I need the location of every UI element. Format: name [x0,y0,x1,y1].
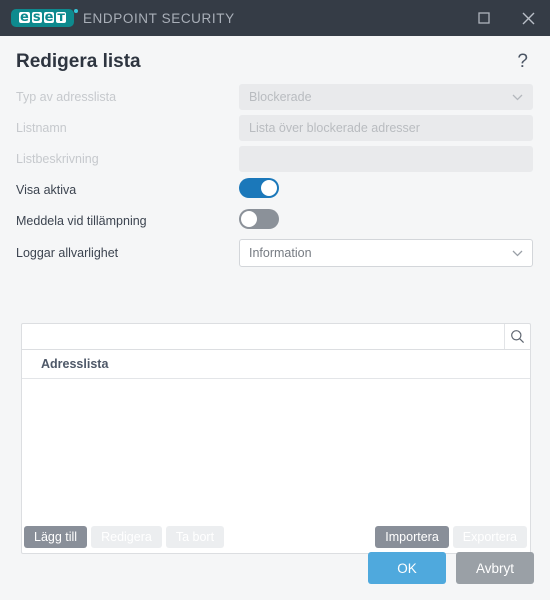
toolbar-right-group: Importera Exportera [375,526,527,548]
control-log-severity: Information [239,239,534,267]
form-row-list-type: Typ av adresslista Blockerade [16,82,534,112]
label-log-severity: Loggar allvarlighet [16,246,119,260]
eset-logo-badge: eseт [11,9,74,27]
control-list-description [239,146,534,172]
form-row-list-name: Listnamn Lista över blockerade adresser [16,113,534,143]
settings-form: Typ av adresslista Blockerade Listnamn L… [0,74,550,269]
toggle-knob [261,179,277,196]
control-show-active [239,177,534,203]
edit-list-dialog: Redigera lista ? Typ av adresslista Bloc… [0,36,550,600]
chevron-down-icon [512,94,523,101]
table-header: Adresslista [22,350,530,379]
notify-on-apply-toggle[interactable] [239,208,279,229]
show-active-toggle[interactable] [239,177,279,198]
cancel-button[interactable]: Avbryt [456,552,534,584]
dialog-header: Redigera lista ? [0,36,550,74]
ok-button[interactable]: OK [368,552,446,584]
eset-logo: eseт [11,9,78,27]
form-row-notify-on-apply: Meddela vid tillämpning [16,206,534,236]
search-icon[interactable] [504,324,530,349]
app-title: ENDPOINT SECURITY [82,10,235,26]
label-list-description: Listbeskrivning [16,152,99,166]
list-name-input: Lista över blockerade adresser [239,115,533,141]
label-notify-on-apply: Meddela vid tillämpning [16,214,147,228]
logo-trademark-dot [73,9,78,13]
control-list-type: Blockerade [239,84,534,110]
import-button[interactable]: Importera [375,526,449,548]
page-title: Redigera lista [16,51,141,72]
export-button: Exportera [452,526,527,548]
form-row-list-description: Listbeskrivning [16,144,534,174]
edit-button: Redigera [91,526,162,548]
add-button[interactable]: Lägg till [24,526,88,548]
toolbar-left-group: Lägg till Redigera Ta bort [24,526,225,548]
label-list-name: Listnamn [16,121,67,135]
list-type-select: Blockerade [239,84,533,110]
list-description-input [239,146,533,172]
remove-button: Ta bort [165,526,225,548]
form-row-show-active: Visa aktiva [16,175,534,205]
window-titlebar: eseт ENDPOINT SECURITY [0,0,550,36]
toggle-knob [241,210,257,227]
form-row-log-severity: Loggar allvarlighet Information [16,237,534,269]
logo-letter-s: s [31,10,42,25]
logo-letter-e: e [19,10,30,25]
log-severity-select[interactable]: Information [239,239,533,267]
help-icon[interactable]: ? [511,50,534,74]
logo-letter-e2: e [43,10,55,25]
address-list-panel: Adresslista Lägg till Redigera Ta bort I… [21,323,531,554]
control-list-name: Lista över blockerade adresser [239,115,534,141]
label-list-type: Typ av adresslista [16,90,117,104]
log-severity-value: Information [249,246,312,260]
maximize-icon[interactable] [462,0,506,36]
close-icon[interactable] [506,0,550,36]
list-toolbar: Lägg till Redigera Ta bort Importera Exp… [22,522,530,552]
search-input[interactable] [22,324,504,349]
table-body[interactable] [22,379,530,522]
list-type-value: Blockerade [249,90,312,104]
window-controls [462,0,550,36]
dialog-footer: OK Avbryt [368,552,534,584]
control-notify-on-apply [239,208,534,234]
search-bar [22,324,530,350]
logo-letter-t: т [56,10,66,25]
column-header-address-list: Adresslista [41,357,109,371]
label-show-active: Visa aktiva [16,183,77,197]
chevron-down-icon [512,250,523,257]
